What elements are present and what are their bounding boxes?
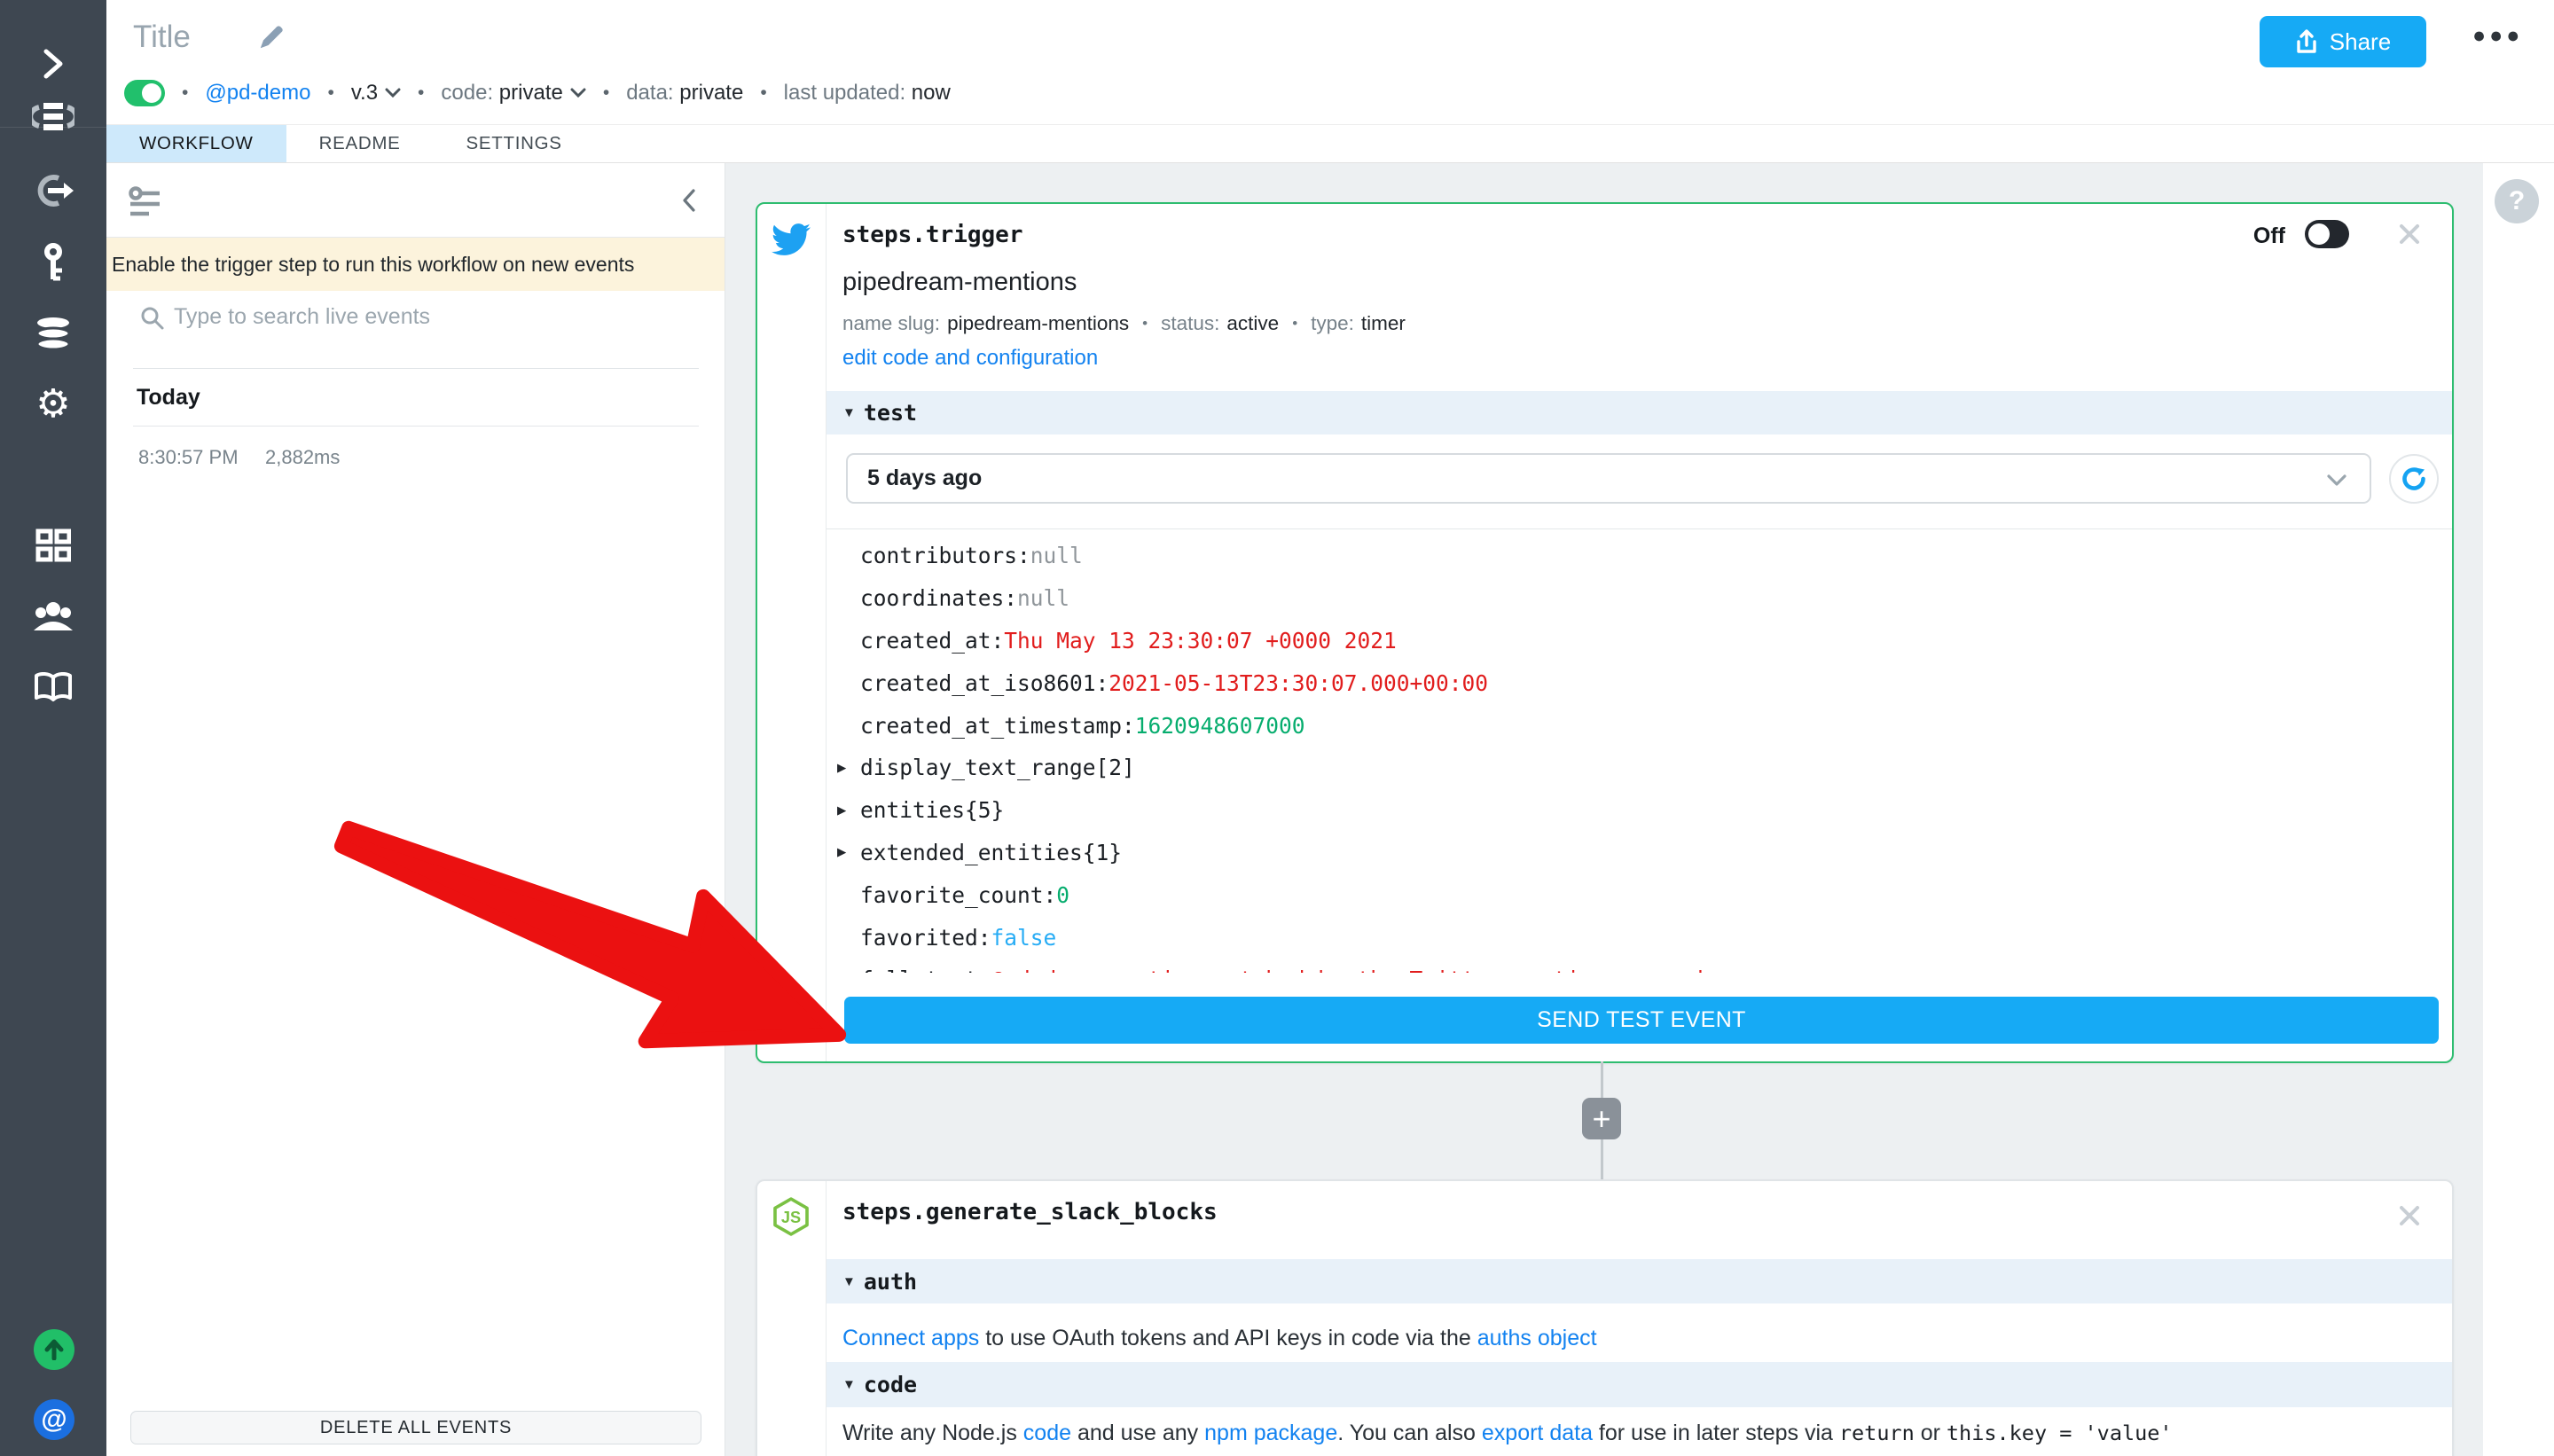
trigger-on-off-toggle[interactable] xyxy=(2305,220,2349,248)
accounts-key-icon[interactable] xyxy=(0,233,106,292)
events-toolbar xyxy=(106,163,725,238)
json-row[interactable]: ▶ display_text_range [2] xyxy=(827,747,2449,789)
settings-gear-icon[interactable]: ⚙ xyxy=(0,375,106,434)
data-visibility-label: data: xyxy=(626,81,674,105)
support-at-icon[interactable]: @ xyxy=(34,1399,74,1440)
inline-link[interactable]: code xyxy=(1023,1421,1071,1445)
json-row: ▶full_text: @pd_demo mention matched by … xyxy=(827,959,2449,973)
refresh-events-button[interactable] xyxy=(2389,454,2439,504)
account-link[interactable]: @pd-demo xyxy=(205,81,310,106)
docs-book-icon[interactable] xyxy=(0,658,106,716)
inline-link[interactable]: auths object xyxy=(1477,1326,1597,1350)
inline-link[interactable]: npm package xyxy=(1204,1421,1337,1445)
expand-arrow-icon[interactable]: ▶ xyxy=(837,802,860,819)
workflow-title[interactable]: Title xyxy=(133,20,191,55)
source-title: pipedream-mentions xyxy=(842,268,1077,296)
collapse-panel-chevron-icon[interactable] xyxy=(682,188,696,217)
event-list-item[interactable]: 8:30:57 PM 2,882ms xyxy=(106,436,725,479)
chevron-down-icon xyxy=(2327,474,2346,491)
workflow-active-toggle[interactable] xyxy=(124,80,165,106)
apps-grid-icon[interactable] xyxy=(0,516,106,575)
tab-readme[interactable]: README xyxy=(286,125,434,162)
help-button[interactable]: ? xyxy=(2495,179,2539,223)
json-row[interactable]: ▶ extended_entities {1} xyxy=(827,832,2449,874)
more-menu-button[interactable]: ●●● xyxy=(2472,23,2523,49)
share-icon xyxy=(2295,29,2318,54)
add-step-button[interactable]: + xyxy=(1582,1098,1621,1139)
nodejs-icon: JS xyxy=(771,1196,811,1241)
chevron-down-icon xyxy=(385,88,401,98)
auth-help-text: Connect apps to use OAuth tokens and API… xyxy=(842,1326,1597,1350)
tab-settings[interactable]: SETTINGS xyxy=(434,125,595,162)
step-gutter xyxy=(757,204,827,1061)
edit-code-configuration-link[interactable]: edit code and configuration xyxy=(842,346,1098,371)
inline-link[interactable]: export data xyxy=(1482,1421,1593,1445)
workflow-header: Title Share ●●● • @pd-demo • v.3 • code:… xyxy=(106,0,2554,124)
step-name: steps.trigger xyxy=(842,222,1023,248)
share-button[interactable]: Share xyxy=(2260,16,2426,67)
share-button-label: Share xyxy=(2329,27,2392,55)
today-group-label: Today xyxy=(137,385,200,410)
json-row: ▶favorite_count: 0 xyxy=(860,881,1070,908)
help-strip: ? xyxy=(2483,163,2554,1456)
test-event-selector[interactable]: 5 days ago xyxy=(846,453,2371,504)
test-section-header[interactable]: ▼ test xyxy=(827,391,2452,434)
event-time: 8:30:57 PM xyxy=(138,446,239,468)
json-row: ▶created_at: Thu May 13 23:30:07 +0000 2… xyxy=(860,627,1397,654)
workflow-meta-row: • @pd-demo • v.3 • code: private • data:… xyxy=(124,78,951,108)
step-name: steps.generate_slack_blocks xyxy=(842,1199,1218,1225)
tab-bar: WORKFLOW README SETTINGS xyxy=(106,124,2554,163)
json-row: ▶coordinates: null xyxy=(860,585,1070,612)
delete-all-events-button[interactable]: DELETE ALL EVENTS xyxy=(130,1411,701,1444)
section-collapse-triangle-icon: ▼ xyxy=(842,1273,856,1289)
event-sources-icon[interactable] xyxy=(0,161,106,220)
workflow-canvas: steps.trigger Off pipedream-mentions nam… xyxy=(725,163,2483,1456)
chevron-down-icon xyxy=(570,88,586,98)
event-duration: 2,882ms xyxy=(265,446,341,468)
close-step-icon[interactable] xyxy=(2399,1205,2420,1226)
events-panel: Enable the trigger step to run this work… xyxy=(106,163,725,1456)
json-tree: ▶contributors: null ▶coordinates: null ▶cr… xyxy=(827,529,2449,973)
close-step-icon[interactable] xyxy=(2399,223,2420,245)
filter-events-icon[interactable] xyxy=(128,186,161,223)
search-icon xyxy=(140,306,165,335)
edit-title-pencil-icon[interactable] xyxy=(257,25,284,56)
svg-text:JS: JS xyxy=(781,1209,801,1226)
data-visibility-value: private xyxy=(679,81,744,105)
code-help-text: Write any Node.js code and use any npm p… xyxy=(842,1421,2173,1445)
json-row[interactable]: ▶ entities {5} xyxy=(827,789,2449,832)
code-section-header[interactable]: ▼ code xyxy=(827,1362,2452,1407)
section-collapse-triangle-icon: ▼ xyxy=(842,1377,856,1392)
section-collapse-triangle-icon: ▼ xyxy=(842,405,856,420)
last-updated-label: last updated: xyxy=(783,81,906,105)
trigger-toggle-label: Off xyxy=(2252,223,2285,248)
json-row: ▶created_at_iso8601: 2021-05-13T23:30:07… xyxy=(860,669,1489,696)
source-meta: name slug: pipedream-mentions • status: ac… xyxy=(842,312,1406,334)
json-row: ▶created_at_timestamp: 1620948607000 xyxy=(860,712,1305,739)
tab-workflow[interactable]: WORKFLOW xyxy=(106,125,286,162)
pipedream-workflow-editor: ⚙ @ Title Share ●●● • @pd-demo • v.3 • c… xyxy=(0,0,2554,1456)
changelog-up-arrow-icon[interactable] xyxy=(34,1329,74,1370)
step-gutter: JS xyxy=(757,1181,827,1456)
code-visibility-selector[interactable]: code: private xyxy=(441,81,586,106)
sql-database-icon[interactable] xyxy=(0,304,106,363)
version-selector[interactable]: v.3 xyxy=(351,81,401,106)
trigger-notice-banner: Enable the trigger step to run this work… xyxy=(106,238,725,291)
expand-arrow-icon[interactable]: ▶ xyxy=(837,843,860,861)
community-people-icon[interactable] xyxy=(0,587,106,646)
twitter-icon xyxy=(772,220,811,263)
last-updated-value: now xyxy=(911,81,951,105)
json-row: ▶favorited: false xyxy=(860,924,1057,951)
expand-arrow-icon[interactable]: ▶ xyxy=(837,759,860,777)
send-test-event-button[interactable]: SEND TEST EVENT xyxy=(844,997,2439,1044)
app-sidebar: ⚙ @ xyxy=(0,0,106,1456)
json-row: ▶contributors: null xyxy=(860,543,1083,569)
search-events-input[interactable] xyxy=(172,303,669,331)
inline-link[interactable]: Connect apps xyxy=(842,1326,979,1350)
trigger-step-card: steps.trigger Off pipedream-mentions nam… xyxy=(756,202,2454,1063)
auth-section-header[interactable]: ▼ auth xyxy=(827,1259,2452,1303)
workflows-icon[interactable] xyxy=(0,88,106,146)
code-step-card: JS steps.generate_slack_blocks ▼ auth Co… xyxy=(756,1179,2454,1456)
